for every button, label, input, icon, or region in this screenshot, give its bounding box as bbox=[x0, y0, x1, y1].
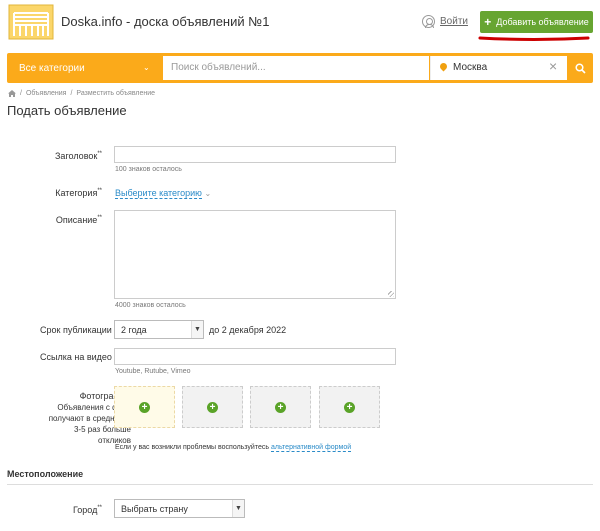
upload-problems-note: Если у вас возникли проблемы воспользуйт… bbox=[115, 444, 352, 452]
chevron-down-icon: ▼ bbox=[232, 500, 244, 517]
search-bar: Все категории ⌄ Поиск объявлений... Моск… bbox=[7, 53, 593, 83]
plus-icon: + bbox=[484, 15, 492, 29]
category-select[interactable]: Все категории ⌄ bbox=[7, 53, 156, 83]
category-select-label: Все категории bbox=[19, 63, 85, 74]
country-select-value: Выбрать страну bbox=[121, 504, 188, 514]
login-label: Войти bbox=[440, 16, 468, 27]
city-label: Город** bbox=[72, 505, 102, 515]
search-icon bbox=[574, 62, 586, 74]
description-label: Описание** bbox=[55, 215, 102, 225]
alternative-form-link[interactable]: альтернативной формой bbox=[270, 444, 352, 452]
city-input[interactable]: Москва × bbox=[430, 56, 567, 80]
city-value: Москва bbox=[453, 62, 488, 73]
search-button[interactable] bbox=[567, 53, 593, 83]
breadcrumb-item-post: Разместить объявление bbox=[76, 90, 156, 97]
chevron-down-icon: ▼ bbox=[191, 321, 203, 338]
photo-upload-slot[interactable]: + bbox=[182, 386, 243, 428]
photo-upload-slot[interactable]: + bbox=[319, 386, 380, 428]
description-hint: 4000 знаков осталось bbox=[115, 302, 186, 309]
red-underline-annotation bbox=[478, 36, 590, 41]
location-pin-icon bbox=[438, 61, 449, 72]
category-label: Категория** bbox=[55, 188, 102, 198]
breadcrumb-item-ads[interactable]: Объявления bbox=[26, 90, 67, 97]
title-hint: 100 знаков осталось bbox=[115, 166, 182, 173]
home-icon[interactable] bbox=[8, 90, 16, 97]
period-label: Срок публикации bbox=[40, 325, 112, 335]
site-title: Doska.info - доска объявлений №1 bbox=[61, 14, 270, 29]
video-input[interactable] bbox=[114, 348, 396, 365]
site-logo[interactable] bbox=[8, 4, 54, 40]
section-divider bbox=[7, 484, 593, 485]
search-input[interactable]: Поиск объявлений... bbox=[163, 56, 429, 80]
add-photo-icon: + bbox=[344, 401, 355, 413]
video-label: Ссылка на видео bbox=[40, 352, 112, 362]
country-select[interactable]: Выбрать страну ▼ bbox=[114, 499, 245, 518]
clear-city-icon[interactable]: × bbox=[549, 58, 557, 74]
add-ad-button[interactable]: + Добавить объявление bbox=[480, 11, 593, 33]
description-textarea[interactable] bbox=[114, 210, 396, 299]
video-hint: Youtube, Rutube, Vimeo bbox=[115, 368, 191, 375]
user-icon bbox=[422, 15, 435, 28]
chevron-down-icon: ⌄ bbox=[143, 63, 150, 72]
login-link[interactable]: Войти bbox=[422, 15, 468, 28]
add-photo-icon: + bbox=[139, 401, 150, 413]
period-value: 2 года bbox=[121, 325, 147, 335]
resize-handle-icon[interactable] bbox=[388, 291, 394, 297]
add-photo-icon: + bbox=[275, 401, 286, 413]
add-photo-icon: + bbox=[207, 401, 218, 413]
chevron-down-icon: ⌄ bbox=[204, 189, 212, 198]
add-ad-label: Добавить объявление bbox=[496, 17, 589, 27]
photo-upload-slot[interactable]: + bbox=[250, 386, 311, 428]
title-label: Заголовок** bbox=[55, 151, 102, 161]
choose-category-link[interactable]: Выберите категорию ⌄ bbox=[115, 188, 212, 199]
photo-upload-slot[interactable]: + bbox=[114, 386, 175, 428]
breadcrumb: / Объявления / Разместить объявление bbox=[8, 90, 155, 97]
period-select[interactable]: 2 года ▼ bbox=[114, 320, 204, 339]
page-title: Подать объявление bbox=[7, 103, 127, 118]
title-input[interactable] bbox=[114, 146, 396, 163]
period-until: до 2 декабря 2022 bbox=[209, 325, 287, 335]
location-section-title: Местоположение bbox=[7, 469, 84, 479]
